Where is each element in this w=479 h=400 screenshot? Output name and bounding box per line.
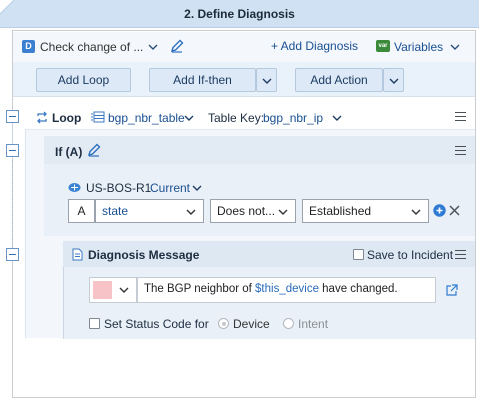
add-loop-button[interactable]: Add Loop: [36, 68, 131, 92]
section-title: 2. Define Diagnosis: [184, 7, 295, 21]
chevron-down-icon: [411, 209, 421, 215]
message-menu-icon[interactable]: [455, 250, 466, 259]
if-header: [44, 136, 475, 164]
chevron-down-icon: [262, 78, 271, 84]
add-action-dropdown[interactable]: [383, 68, 404, 92]
loop-table-name: bgp_nbr_table: [108, 111, 185, 125]
chevron-down-icon: [192, 185, 202, 191]
save-to-incident-checkbox[interactable]: [353, 249, 364, 260]
set-status-label: Set Status Code for: [104, 317, 209, 331]
variables-icon: var: [376, 40, 390, 52]
condition-field-select[interactable]: state: [95, 199, 204, 223]
add-if-then-dropdown[interactable]: [256, 68, 277, 92]
if-collapse-icon[interactable]: [6, 144, 19, 157]
chevron-down-icon: [389, 78, 398, 84]
intent-radio[interactable]: [283, 318, 294, 329]
if-menu-icon[interactable]: [455, 146, 466, 155]
color-swatch: [93, 281, 112, 299]
table-key-select[interactable]: bgp_nbr_ip: [263, 110, 345, 126]
edit-icon[interactable]: [170, 39, 184, 53]
message-collapse-icon[interactable]: [6, 248, 19, 261]
chevron-down-icon: [184, 115, 194, 121]
open-external-icon[interactable]: [446, 284, 458, 299]
loop-icon: [35, 111, 49, 127]
tree-guide-line: [12, 160, 13, 252]
table-icon: [91, 111, 105, 126]
device-radio[interactable]: [218, 318, 229, 329]
message-variable: $this_device: [255, 283, 319, 295]
condition-operator-label: Does not...: [217, 204, 276, 218]
close-icon[interactable]: [449, 205, 460, 219]
chevron-down-icon: [278, 209, 288, 215]
device-scope-select[interactable]: Current: [150, 180, 204, 196]
color-swatch-select[interactable]: [89, 277, 137, 303]
set-status-checkbox[interactable]: [89, 318, 100, 329]
chevron-down-icon: [450, 44, 460, 50]
intent-radio-label: Intent: [298, 317, 329, 331]
diagnosis-select[interactable]: Check change of ...: [40, 38, 162, 56]
diagnosis-icon: D: [22, 40, 35, 53]
message-suffix: have changed.: [318, 283, 398, 295]
table-key-label: Table Key:: [208, 111, 265, 125]
condition-alias: A: [68, 199, 95, 223]
if-label: If (A): [55, 145, 83, 159]
chevron-down-icon: [332, 115, 342, 121]
loop-table-select[interactable]: bgp_nbr_table: [108, 110, 196, 126]
variables-label: Variables: [394, 40, 444, 54]
add-action-button[interactable]: Add Action: [295, 68, 383, 92]
add-if-then-button[interactable]: Add If-then: [149, 68, 256, 92]
add-diagnosis-button[interactable]: + Add Diagnosis: [271, 39, 358, 53]
chevron-down-icon: [186, 209, 196, 215]
device-scope-label: Current: [150, 181, 191, 195]
message-prefix: The BGP neighbor of: [144, 283, 256, 295]
loop-label: Loop: [52, 111, 82, 125]
add-circle-icon[interactable]: [433, 204, 446, 220]
condition-value-label: Established: [309, 204, 372, 218]
diagnosis-message-title: Diagnosis Message: [88, 248, 200, 262]
save-to-incident-label: Save to Incident: [367, 248, 454, 262]
condition-field-label: state: [102, 204, 129, 218]
device-icon: [68, 182, 81, 196]
edit-icon[interactable]: [87, 143, 101, 157]
variables-button[interactable]: Variables: [394, 39, 460, 55]
table-key-value: bgp_nbr_ip: [263, 111, 324, 125]
loop-collapse-icon[interactable]: [6, 110, 19, 123]
chevron-down-icon: [148, 44, 158, 50]
device-name: US-BOS-R1: [86, 181, 152, 195]
condition-alias-label: A: [77, 204, 86, 218]
device-radio-label: Device: [233, 317, 270, 331]
document-icon: [72, 248, 83, 264]
diagnosis-select-label: Check change of ...: [40, 40, 144, 54]
condition-value-select[interactable]: Established: [302, 199, 429, 223]
condition-operator-select[interactable]: Does not...: [210, 199, 296, 223]
corner-fold-icon: [0, 0, 16, 16]
loop-menu-icon[interactable]: [455, 112, 466, 121]
message-input[interactable]: The BGP neighbor of $this_device have ch…: [137, 277, 436, 303]
chevron-down-icon: [119, 287, 129, 293]
